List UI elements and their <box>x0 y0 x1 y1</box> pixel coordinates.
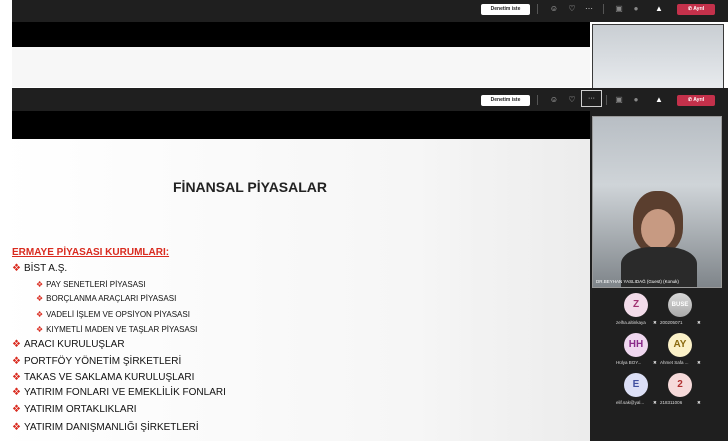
participant-name: elif.sak@yal... <box>616 400 645 405</box>
bullet-diamond-icon: ❖ <box>36 294 44 303</box>
bullet-text: ARACI KURULUŞLAR <box>23 339 125 350</box>
bullet-text: PORTFÖY YÖNETİM ŞİRKETLERİ <box>23 356 182 367</box>
mic-icon[interactable]: ● <box>631 95 641 105</box>
bullet-text: BİST A.Ş. <box>23 263 68 274</box>
participant-avatar[interactable]: 2 <box>668 373 692 397</box>
share-icon[interactable]: ▲ <box>654 4 664 14</box>
slide-title: FİNANSAL PİYASALAR <box>173 179 328 195</box>
people-icon[interactable]: ☺ <box>549 95 559 105</box>
bullet-text: TAKAS VE SAKLAMA KURULUŞLARI <box>23 372 195 383</box>
people-icon[interactable]: ☺ <box>549 4 559 14</box>
participant-name: 200205071 <box>660 320 683 325</box>
request-control-button-2[interactable]: Denetim iste <box>481 95 530 106</box>
participant-avatar[interactable]: HH <box>624 333 648 357</box>
black-band-1 <box>12 22 590 47</box>
participant-name: Ahmet Safa ... <box>660 360 689 365</box>
shared-slide: FİNANSAL PİYASALAR ERMAYE PİYASASI KURUM… <box>0 139 590 441</box>
more-icon[interactable]: ⋯ <box>584 4 594 14</box>
bullet-diamond-icon: ❖ <box>36 325 44 334</box>
video-tile-1 <box>592 24 724 92</box>
bullet-diamond-icon: ❖ <box>12 372 21 383</box>
muted-mic-icon: ✖ <box>653 400 657 405</box>
slide-bullet-item: ❖ PAY SENETLERİ PİYASASI <box>36 280 146 289</box>
share-icon[interactable]: ▲ <box>654 95 664 105</box>
bullet-text: BORÇLANMA ARAÇLARI PİYASASI <box>46 294 177 303</box>
muted-mic-icon: ✖ <box>653 320 657 325</box>
bullet-text: YATIRIM FONLARI VE EMEKLİLİK FONLARI <box>23 387 226 398</box>
bullet-diamond-icon: ❖ <box>12 422 21 433</box>
black-band-2 <box>12 111 590 139</box>
presenter-face <box>641 209 675 249</box>
toolbar-separator <box>537 95 538 105</box>
toolbar-separator <box>537 4 538 14</box>
bullet-text: YATIRIM ORTAKLIKLARI <box>23 404 137 415</box>
slide-bullet-item: ❖ PORTFÖY YÖNETİM ŞİRKETLERİ <box>12 356 181 367</box>
bullet-diamond-icon: ❖ <box>12 356 21 367</box>
bullet-diamond-icon: ❖ <box>12 404 21 415</box>
more-button[interactable]: ··· <box>581 90 602 107</box>
toolbar-separator <box>606 95 607 105</box>
slide-bullet-item: ❖ YATIRIM DANIŞMANLIĞI ŞİRKETLERİ <box>12 422 199 433</box>
request-control-button-1[interactable]: Denetim iste <box>481 4 530 15</box>
slide-bullet-item: ❖ YATIRIM ORTAKLIKLARI <box>12 404 137 415</box>
participant-name: Hülya BOY... <box>616 360 642 365</box>
slide-bullet-item: ❖ TAKAS VE SAKLAMA KURULUŞLARI <box>12 372 194 383</box>
bullet-text: KIYMETLİ MADEN VE TAŞLAR PİYASASI <box>46 325 198 334</box>
leave-button-1[interactable]: ✆ Ayrıl <box>677 4 715 15</box>
mic-icon[interactable]: ● <box>631 4 641 14</box>
bullet-text: VADELİ İŞLEM VE OPSİYON PİYASASI <box>46 310 190 319</box>
participant-avatar[interactable]: BUSE <box>668 293 692 317</box>
bullet-diamond-icon: ❖ <box>36 280 44 289</box>
bullet-diamond-icon: ❖ <box>12 263 21 274</box>
muted-mic-icon: ✖ <box>653 360 657 365</box>
bullet-diamond-icon: ❖ <box>12 339 21 350</box>
participant-name: zelha.altinkaya <box>616 320 646 325</box>
muted-mic-icon: ✖ <box>697 400 701 405</box>
presenter-video: DR.BEYHAN YASLIDAĞ (Guest) (Konuk) <box>592 116 722 288</box>
muted-mic-icon: ✖ <box>697 320 701 325</box>
phone-icon: ✆ <box>687 6 693 12</box>
slide-bullet-item: ❖ KIYMETLİ MADEN VE TAŞLAR PİYASASI <box>36 325 197 334</box>
bullet-text: YATIRIM DANIŞMANLIĞI ŞİRKETLERİ <box>23 422 199 433</box>
camera-icon[interactable]: ▣ <box>614 95 624 105</box>
participant-avatar[interactable]: Z <box>624 293 648 317</box>
bullet-diamond-icon: ❖ <box>36 310 44 319</box>
leave-button-2[interactable]: ✆ Ayrıl <box>677 95 715 106</box>
bullet-text: PAY SENETLERİ PİYASASI <box>46 280 146 289</box>
leave-label: Ayrıl <box>693 97 705 103</box>
leave-label: Ayrıl <box>693 6 705 12</box>
slide-bullet-item: ❖ YATIRIM FONLARI VE EMEKLİLİK FONLARI <box>12 387 226 398</box>
presenter-name: DR.BEYHAN YASLIDAĞ (Guest) (Konuk) <box>596 279 679 284</box>
slide-bullet-item: ❖ VADELİ İŞLEM VE OPSİYON PİYASASI <box>36 310 190 319</box>
muted-mic-icon: ✖ <box>697 360 701 365</box>
bullet-diamond-icon: ❖ <box>12 387 21 398</box>
participant-name: 218311006 <box>660 400 683 405</box>
reactions-icon[interactable]: ♡ <box>567 95 577 105</box>
slide-area-1 <box>12 47 590 87</box>
toolbar-separator <box>603 4 604 14</box>
phone-icon: ✆ <box>687 97 693 103</box>
slide-bullet-item: ❖ BİST A.Ş. <box>12 263 67 274</box>
participant-avatar[interactable]: E <box>624 373 648 397</box>
slide-bullet-item: ❖ ARACI KURULUŞLAR <box>12 339 125 350</box>
slide-bullet-item: ❖ BORÇLANMA ARAÇLARI PİYASASI <box>36 294 176 303</box>
reactions-icon[interactable]: ♡ <box>567 4 577 14</box>
slide-heading: ERMAYE PİYASASI KURUMLARI: <box>12 247 170 258</box>
participant-avatar[interactable]: AY <box>668 333 692 357</box>
camera-icon[interactable]: ▣ <box>614 4 624 14</box>
